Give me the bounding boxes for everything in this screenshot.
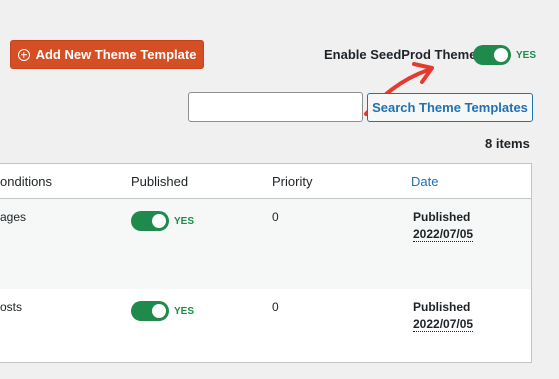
add-new-theme-template-button[interactable]: Add New Theme Template: [10, 40, 204, 69]
row-date-status: Published: [413, 300, 471, 314]
column-header-published: Published: [131, 174, 189, 189]
theme-templates-table: onditions Published Priority Date ages Y…: [0, 163, 532, 363]
row-conditions: osts: [0, 300, 23, 314]
search-theme-templates-input[interactable]: [188, 92, 363, 122]
add-button-label: Add New Theme Template: [35, 47, 197, 62]
table-row: osts YES 0 Published 2022/07/05: [0, 289, 531, 379]
column-header-date[interactable]: Date: [411, 174, 438, 189]
row-conditions: ages: [0, 210, 27, 224]
published-state: YES: [174, 306, 195, 317]
search-theme-templates-button[interactable]: Search Theme Templates: [367, 93, 533, 122]
plus-circle-icon: [17, 48, 30, 61]
toggle-knob: [494, 48, 508, 62]
published-toggle[interactable]: [131, 301, 169, 321]
row-date-value: 2022/07/05: [413, 317, 474, 332]
published-toggle[interactable]: [131, 211, 169, 231]
row-priority: 0: [272, 210, 279, 224]
row-date-value: 2022/07/05: [413, 227, 474, 242]
column-header-conditions: onditions: [0, 174, 53, 189]
enable-theme-toggle[interactable]: [473, 45, 511, 65]
row-priority: 0: [272, 300, 279, 314]
table-header: onditions Published Priority Date: [0, 164, 531, 199]
toggle-knob: [152, 214, 166, 228]
table-row: ages YES 0 Published 2022/07/05: [0, 199, 531, 289]
published-state: YES: [174, 216, 195, 227]
toggle-knob: [152, 304, 166, 318]
enable-toggle-state: YES: [516, 50, 537, 61]
column-header-priority: Priority: [272, 174, 313, 189]
row-date-status: Published: [413, 210, 471, 224]
items-count: 8 items: [485, 136, 530, 151]
